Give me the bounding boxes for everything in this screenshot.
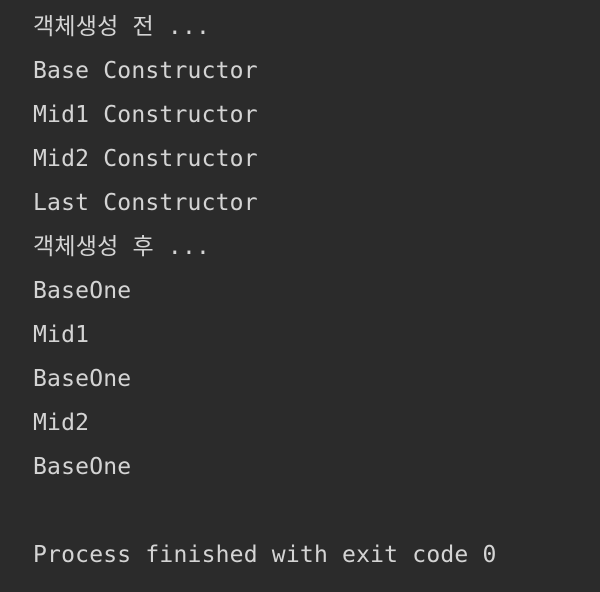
console-line: BaseOne: [33, 454, 132, 480]
console-line: Mid1: [33, 322, 90, 348]
console-line: Mid2: [33, 410, 90, 436]
console-line: Mid1 Constructor: [33, 102, 258, 128]
console-line: Base Constructor: [33, 58, 258, 84]
console-line: BaseOne: [33, 366, 132, 392]
console-output: 객체생성 전 ... Base Constructor Mid1 Constru…: [0, 0, 600, 592]
console-line: Last Constructor: [33, 190, 258, 216]
console-line: BaseOne: [33, 278, 132, 304]
console-line: Mid2 Constructor: [33, 146, 258, 172]
console-line: Process finished with exit code 0: [33, 542, 497, 568]
console-line: 객체생성 전 ...: [33, 14, 211, 40]
console-line: 객체생성 후 ...: [33, 234, 211, 260]
